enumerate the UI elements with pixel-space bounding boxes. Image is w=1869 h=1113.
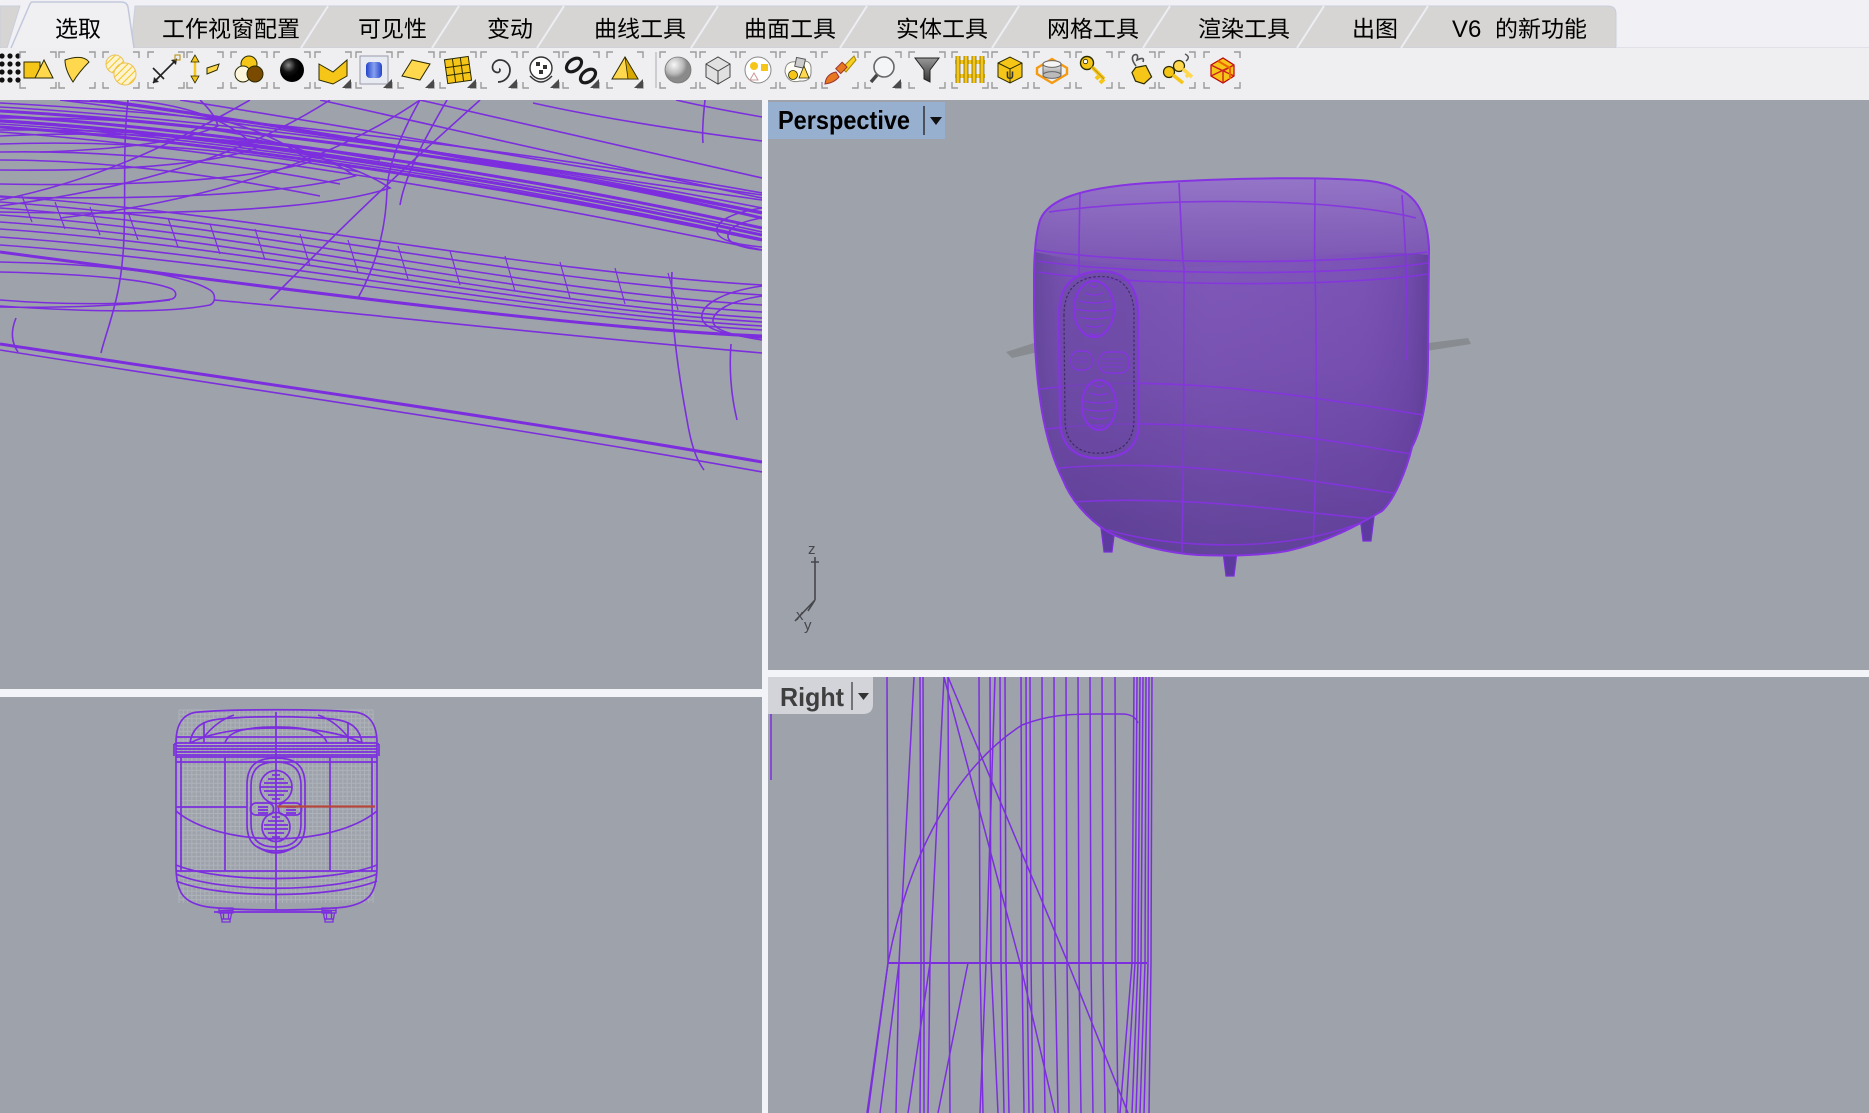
svg-text:U: U xyxy=(1006,70,1014,82)
svg-text:z: z xyxy=(808,541,816,558)
svg-text:V6: V6 xyxy=(1452,16,1481,43)
svg-text:Perspective: Perspective xyxy=(778,105,910,135)
svg-text:Right: Right xyxy=(780,682,844,712)
svg-text:y: y xyxy=(804,617,812,634)
svg-text:x: x xyxy=(796,607,804,624)
